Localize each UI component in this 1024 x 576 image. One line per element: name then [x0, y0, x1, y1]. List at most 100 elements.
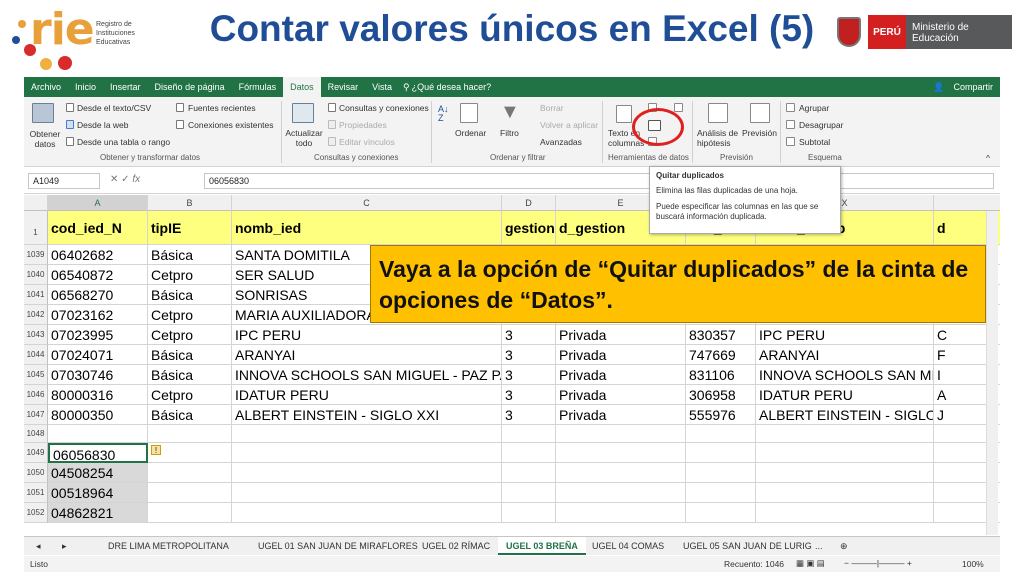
table-cell[interactable]: INNOVA SCHOOLS SAN MIGUEL: [756, 365, 934, 385]
table-cell[interactable]: Cetpro: [148, 305, 232, 325]
fx-icon[interactable]: ✕ ✓ fx: [110, 174, 140, 185]
table-cell[interactable]: [232, 425, 502, 443]
add-sheet-icon[interactable]: ⊕: [832, 537, 856, 555]
tab-formulas[interactable]: Fórmulas: [232, 77, 284, 97]
table-cell[interactable]: [556, 443, 686, 463]
table-cell[interactable]: [556, 483, 686, 503]
column-header[interactable]: B: [148, 195, 232, 211]
table-cell[interactable]: 747669: [686, 345, 756, 365]
row-header[interactable]: 1048: [24, 425, 48, 443]
name-box[interactable]: A1049: [28, 173, 100, 189]
table-cell[interactable]: 831106: [686, 365, 756, 385]
select-all-corner[interactable]: [24, 195, 48, 211]
row-header[interactable]: 1: [24, 211, 48, 245]
table-cell[interactable]: [148, 503, 232, 523]
properties-button[interactable]: Propiedades: [339, 120, 387, 130]
table-cell[interactable]: [756, 503, 934, 523]
table-cell[interactable]: 00518964: [48, 483, 148, 503]
advanced-button[interactable]: Avanzadas: [540, 137, 582, 147]
more-sheets[interactable]: ...: [807, 537, 831, 555]
row-header[interactable]: 1042: [24, 305, 48, 325]
row-header[interactable]: 1043: [24, 325, 48, 345]
table-cell[interactable]: 06402682: [48, 245, 148, 265]
sheet-tab-dre[interactable]: DRE LIMA METROPOLITANA: [100, 537, 237, 555]
table-cell[interactable]: 3: [502, 345, 556, 365]
tab-diseno[interactable]: Diseño de página: [148, 77, 232, 97]
table-cell[interactable]: [756, 463, 934, 483]
table-cell[interactable]: ARANYAI: [232, 345, 502, 365]
table-cell[interactable]: [556, 425, 686, 443]
group-button[interactable]: Agrupar: [799, 103, 829, 113]
tab-inicio[interactable]: Inicio: [68, 77, 103, 97]
forecast-sheet-button[interactable]: Previsión: [742, 128, 777, 138]
table-cell[interactable]: Básica: [148, 285, 232, 305]
table-cell[interactable]: [686, 503, 756, 523]
table-cell[interactable]: Privada: [556, 385, 686, 405]
row-header[interactable]: 1044: [24, 345, 48, 365]
column-header[interactable]: [934, 195, 1000, 211]
zoom-slider[interactable]: − ———|——— +: [844, 558, 912, 568]
table-cell[interactable]: ALBERT EINSTEIN - SIGLO XXI: [232, 405, 502, 425]
zoom-level[interactable]: 100%: [962, 559, 984, 569]
tab-vista[interactable]: Vista: [365, 77, 399, 97]
sheet-nav-next-icon[interactable]: ▸: [54, 537, 75, 555]
table-cell[interactable]: 07030746: [48, 365, 148, 385]
table-cell[interactable]: 06540872: [48, 265, 148, 285]
column-header[interactable]: D: [502, 195, 556, 211]
table-header-cell[interactable]: gestion: [502, 211, 556, 245]
share-button[interactable]: Compartir: [946, 77, 1000, 97]
table-cell[interactable]: INNOVA SCHOOLS SAN MIGUEL - PAZ PALMA: [232, 365, 502, 385]
table-cell[interactable]: [148, 425, 232, 443]
column-header[interactable]: C: [232, 195, 502, 211]
table-cell[interactable]: [148, 463, 232, 483]
table-cell[interactable]: 07023995: [48, 325, 148, 345]
sheet-tab-ugel02[interactable]: UGEL 02 RÍMAC: [414, 537, 498, 555]
row-header[interactable]: 1050: [24, 463, 48, 483]
sheet-tab-ugel01[interactable]: UGEL 01 SAN JUAN DE MIRAFLORES: [250, 537, 426, 555]
table-cell[interactable]: [232, 443, 502, 463]
table-cell[interactable]: Básica: [148, 345, 232, 365]
tell-me-input[interactable]: ¿Qué desea hacer?: [410, 77, 499, 97]
table-cell[interactable]: 555976: [686, 405, 756, 425]
table-cell[interactable]: [232, 463, 502, 483]
table-cell[interactable]: [556, 463, 686, 483]
table-cell[interactable]: [502, 503, 556, 523]
tab-archivo[interactable]: Archivo: [24, 77, 68, 97]
table-cell[interactable]: [756, 425, 934, 443]
row-header[interactable]: 1047: [24, 405, 48, 425]
table-cell[interactable]: [148, 483, 232, 503]
table-cell[interactable]: 06056830: [48, 443, 148, 463]
row-header[interactable]: 1041: [24, 285, 48, 305]
edit-links-button[interactable]: Editar vínculos: [339, 137, 395, 147]
from-table-button[interactable]: Desde una tabla o rango: [77, 137, 170, 147]
table-cell[interactable]: [686, 483, 756, 503]
row-header[interactable]: 1046: [24, 385, 48, 405]
table-cell[interactable]: 04508254: [48, 463, 148, 483]
what-if-analysis-button[interactable]: Análisis de hipótesis: [697, 128, 741, 148]
table-cell[interactable]: [686, 425, 756, 443]
recent-sources-button[interactable]: Fuentes recientes: [188, 103, 256, 113]
view-normal-icon[interactable]: ▦ ▣ ▤: [796, 558, 825, 569]
table-cell[interactable]: 306958: [686, 385, 756, 405]
table-cell[interactable]: [502, 425, 556, 443]
table-cell[interactable]: [556, 503, 686, 523]
subtotal-button[interactable]: Subtotal: [799, 137, 830, 147]
table-cell[interactable]: 04862821: [48, 503, 148, 523]
table-cell[interactable]: ARANYAI: [756, 345, 934, 365]
row-header[interactable]: 1045: [24, 365, 48, 385]
tab-revisar[interactable]: Revisar: [321, 77, 366, 97]
table-cell[interactable]: IPC PERU: [756, 325, 934, 345]
reapply-button[interactable]: Volver a aplicar: [540, 120, 598, 130]
row-header[interactable]: 1039: [24, 245, 48, 265]
table-cell[interactable]: ALBERT EINSTEIN - SIGLO XXI: [756, 405, 934, 425]
table-cell[interactable]: 3: [502, 365, 556, 385]
sheet-tab-ugel05[interactable]: UGEL 05 SAN JUAN DE LURIG: [675, 537, 820, 555]
table-cell[interactable]: [756, 443, 934, 463]
table-cell[interactable]: Básica: [148, 365, 232, 385]
row-header[interactable]: 1051: [24, 483, 48, 503]
refresh-all-button[interactable]: Actualizar todo: [284, 128, 324, 148]
table-cell[interactable]: 3: [502, 405, 556, 425]
existing-connections-button[interactable]: Conexiones existentes: [188, 120, 274, 130]
vertical-scrollbar[interactable]: [986, 211, 998, 535]
table-cell[interactable]: [232, 503, 502, 523]
